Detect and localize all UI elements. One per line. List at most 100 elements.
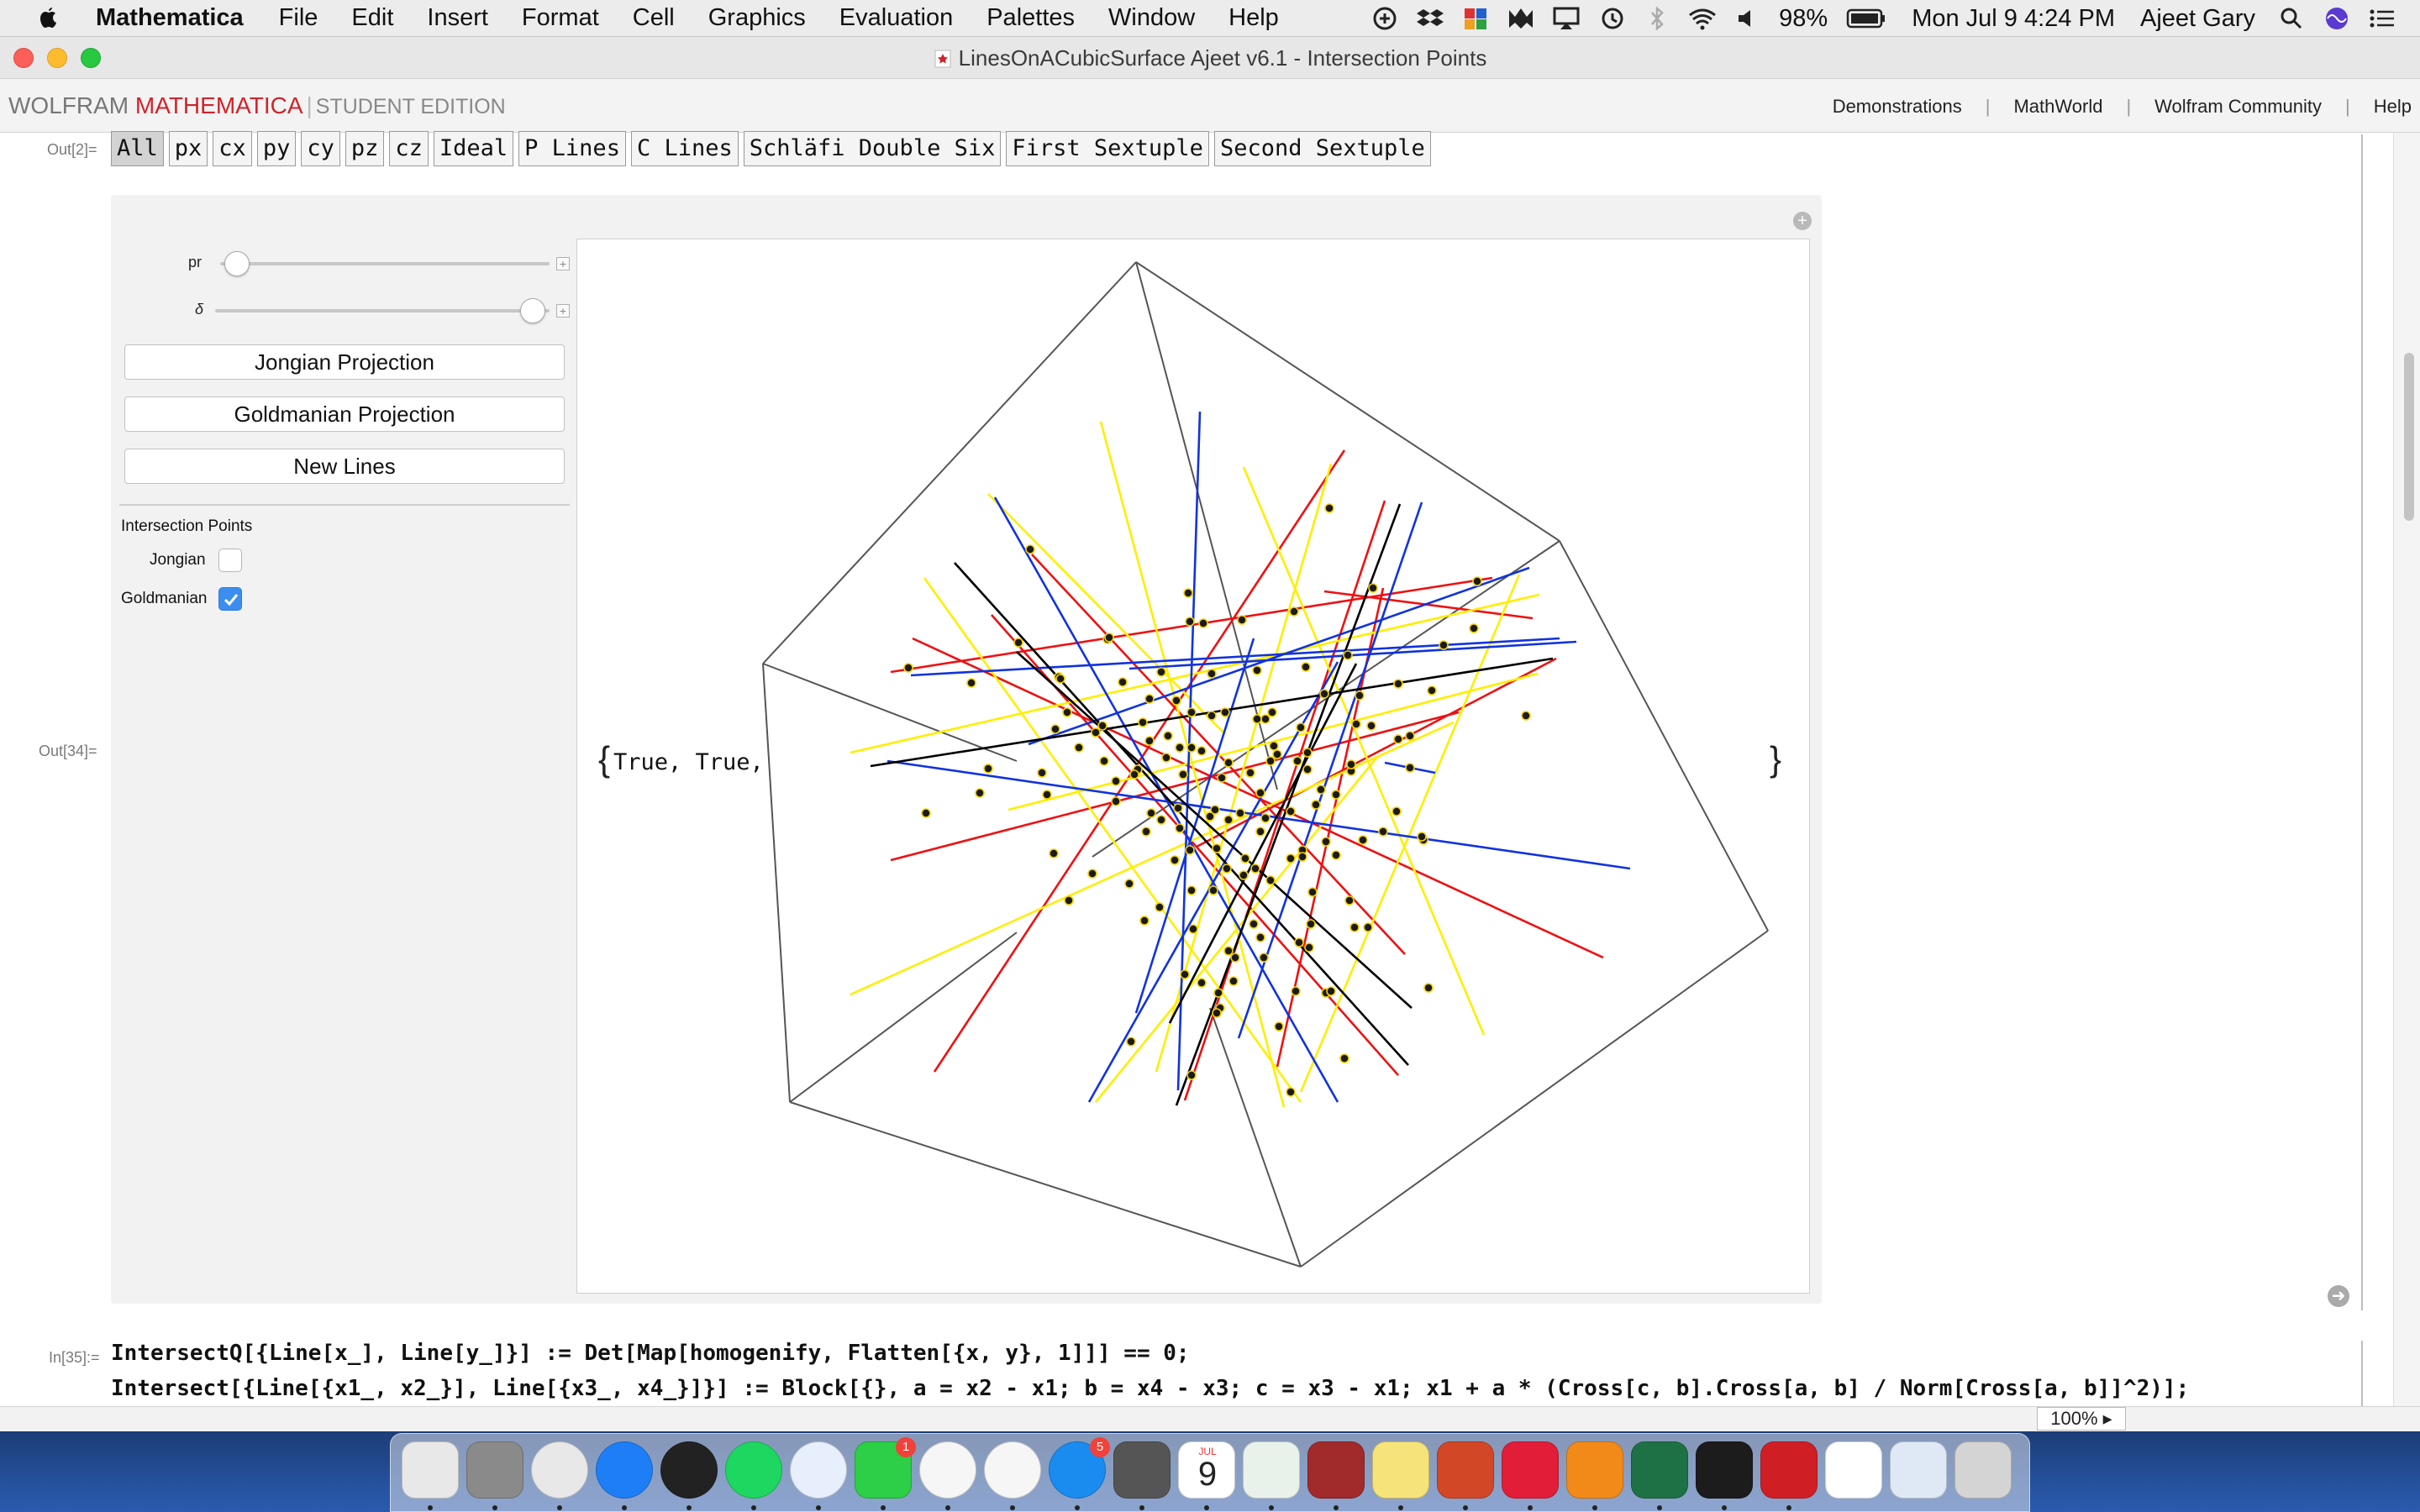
intersection-point: [1139, 916, 1150, 926]
intersection-point: [1111, 776, 1121, 786]
intersection-point: [1306, 919, 1316, 929]
intersection-point: [1427, 685, 1437, 696]
calculator-icon[interactable]: [1113, 1441, 1171, 1499]
intersection-point: [1144, 694, 1155, 704]
intersection-point: [975, 788, 985, 798]
intersection-point: [903, 663, 913, 673]
intersection-point: [1249, 919, 1259, 929]
intersection-point: [1260, 813, 1270, 823]
cell-insert-arrow-icon[interactable]: ➜: [2328, 1285, 2349, 1307]
intersection-point: [1186, 743, 1197, 753]
running-indicator: [1334, 1505, 1339, 1510]
intersection-point: [1217, 773, 1227, 783]
output-prefix-text: True, True,: [613, 749, 764, 775]
running-indicator: [1269, 1505, 1274, 1510]
running-indicator: [751, 1505, 756, 1510]
app-store-icon[interactable]: 5: [1049, 1437, 1110, 1499]
intersection-point: [1316, 785, 1326, 795]
intersection-point: [1274, 1021, 1284, 1032]
surface-line: [987, 493, 1224, 733]
box-edge: [762, 261, 1137, 664]
spotify-icon[interactable]: [725, 1441, 782, 1499]
intersection-point: [1344, 895, 1355, 906]
photo-booth-icon[interactable]: [1307, 1441, 1365, 1499]
input-cell-bracket[interactable]: [2353, 1341, 2363, 1408]
intersection-point: [1230, 953, 1240, 963]
notes-icon[interactable]: [1372, 1441, 1429, 1499]
box-edge: [1559, 540, 1769, 932]
intersection-point: [1255, 788, 1265, 798]
calendar-day: 9: [1197, 1456, 1218, 1493]
terminal-icon[interactable]: [1696, 1441, 1753, 1499]
intersection-point: [1326, 986, 1336, 996]
surface-line: [1028, 566, 1530, 746]
intersection-point: [1417, 832, 1427, 842]
code-line-2[interactable]: Intersect[{Line[{x1_, x2_}], Line[{x3_, …: [111, 1376, 2189, 1401]
intersection-point: [1163, 731, 1173, 741]
intersection-point: [1349, 922, 1360, 932]
intersection-point: [1259, 953, 1269, 963]
intersection-point: [1062, 707, 1072, 717]
cell-bracket[interactable]: [2353, 134, 2363, 1310]
intersection-point: [1393, 679, 1403, 689]
system-preferences-icon[interactable]: [466, 1441, 523, 1499]
itunes-icon[interactable]: [984, 1441, 1041, 1499]
mathematica-icon[interactable]: [1760, 1441, 1818, 1499]
intersection-point: [1049, 848, 1059, 858]
intersection-point: [1124, 879, 1134, 889]
preview-icon[interactable]: [1890, 1441, 1947, 1499]
powerpoint-icon[interactable]: [1437, 1441, 1494, 1499]
intersection-point: [1405, 763, 1415, 773]
intersection-point: [1331, 850, 1341, 860]
intersection-point: [1198, 618, 1208, 628]
trash-icon[interactable]: [1954, 1441, 2012, 1499]
intersection-point: [1265, 875, 1276, 885]
intersection-point: [1405, 731, 1415, 741]
chrome-icon[interactable]: [531, 1441, 588, 1499]
intersection-point: [1252, 665, 1262, 675]
f5-icon[interactable]: [1502, 1441, 1559, 1499]
intersection-point: [1223, 815, 1234, 825]
cubic-surface-lines-plot[interactable]: { True, True, }: [0, 0, 2420, 1512]
code-line-1[interactable]: IntersectQ[{Line[x_], Line[y_]}] := Det[…: [111, 1341, 1190, 1366]
running-indicator: [1592, 1505, 1597, 1510]
intersection-point: [1324, 503, 1334, 513]
intersection-point: [1378, 827, 1388, 837]
intersection-point: [1472, 576, 1482, 586]
ccv-icon[interactable]: [1825, 1441, 1882, 1499]
intersection-point: [1104, 633, 1114, 643]
siri-icon[interactable]: [660, 1441, 718, 1499]
intersection-point: [1173, 803, 1183, 813]
surface-line: [890, 711, 1460, 862]
intersection-point: [1304, 942, 1314, 953]
running-indicator: [1786, 1505, 1791, 1510]
intersection-point: [1212, 843, 1222, 853]
box-edge: [789, 932, 1018, 1103]
zoom-value: 100%: [2050, 1408, 2098, 1429]
safari-icon[interactable]: [596, 1441, 653, 1499]
calendar-icon[interactable]: JUL 9: [1178, 1441, 1235, 1499]
notebook-scrollbar[interactable]: [2393, 133, 2420, 1406]
facetime-icon[interactable]: 1: [855, 1437, 916, 1499]
intersection-point: [1156, 667, 1166, 677]
intersection-point: [1237, 615, 1247, 625]
intersection-point: [1055, 674, 1065, 684]
zoom-selector[interactable]: 100% ▸: [2037, 1407, 2126, 1431]
maps-icon[interactable]: [1243, 1441, 1300, 1499]
photos-icon[interactable]: [919, 1441, 976, 1499]
sublime-icon[interactable]: [1566, 1441, 1623, 1499]
intersection-point: [1126, 1037, 1136, 1047]
intersection-point: [1358, 835, 1368, 845]
scrollbar-thumb[interactable]: [2404, 353, 2414, 521]
intersection-point: [1212, 1008, 1222, 1018]
intersection-point: [1180, 969, 1190, 979]
finder-icon[interactable]: [402, 1441, 459, 1499]
running-indicator: [428, 1505, 433, 1510]
intersection-point: [1183, 588, 1193, 598]
intersection-point: [1469, 623, 1479, 633]
messages-icon[interactable]: [790, 1441, 847, 1499]
excel-icon[interactable]: [1631, 1441, 1688, 1499]
running-indicator: [622, 1505, 627, 1510]
intersection-point: [966, 678, 976, 688]
intersection-point: [1208, 885, 1218, 895]
